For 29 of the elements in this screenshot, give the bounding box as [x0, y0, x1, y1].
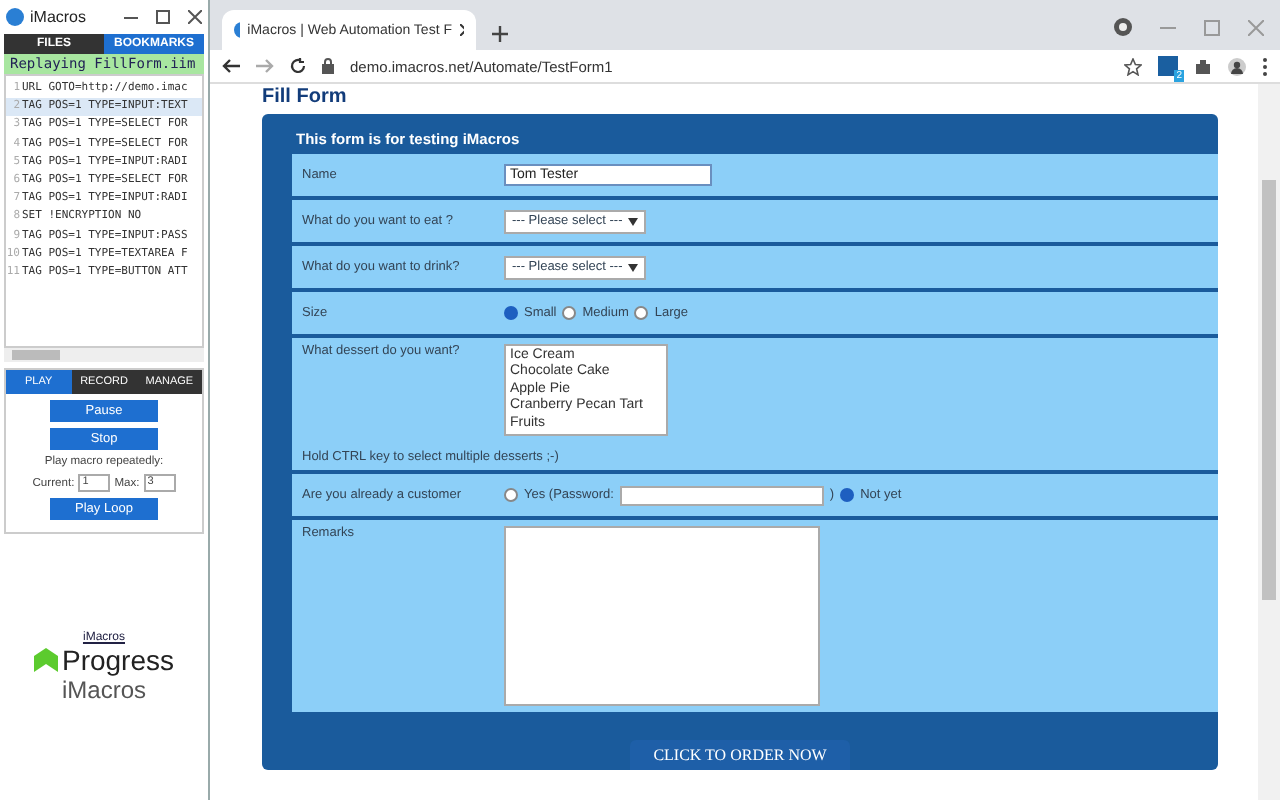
- vertical-scrollbar[interactable]: [1258, 84, 1280, 800]
- brand-name: Progress: [61, 643, 175, 675]
- dropdown-arrow-icon: [628, 263, 639, 271]
- back-icon[interactable]: [222, 58, 240, 74]
- horizontal-scrollbar[interactable]: [4, 348, 204, 362]
- product-name: iMacros: [61, 675, 146, 703]
- radio-button[interactable]: [562, 306, 577, 320]
- reload-icon[interactable]: [290, 58, 306, 74]
- record-icon[interactable]: [1114, 18, 1132, 36]
- maximize-icon[interactable]: [156, 10, 170, 24]
- radio-button[interactable]: [634, 306, 649, 320]
- progress-logo-icon: [33, 647, 58, 671]
- new-tab-icon[interactable]: [492, 26, 508, 42]
- lock-icon: [322, 58, 334, 74]
- bookmark-star-icon[interactable]: [1124, 57, 1142, 75]
- radio-button[interactable]: [504, 488, 518, 503]
- forward-icon[interactable]: [256, 58, 274, 74]
- puzzle-icon[interactable]: [1194, 57, 1212, 75]
- password-field[interactable]: [619, 485, 824, 506]
- order-button[interactable]: CLICK TO ORDER NOW: [629, 740, 851, 771]
- dropdown-arrow-icon: [628, 217, 639, 225]
- radio-button[interactable]: [504, 306, 518, 320]
- page-heading: Fill Form: [262, 86, 349, 108]
- imacros-logo-icon: [6, 8, 24, 26]
- radio-button[interactable]: [840, 488, 855, 503]
- menu-icon[interactable]: [1262, 57, 1268, 75]
- profile-icon[interactable]: [1228, 57, 1246, 75]
- remarks-field[interactable]: [504, 526, 820, 707]
- window-title: iMacros: [30, 8, 87, 26]
